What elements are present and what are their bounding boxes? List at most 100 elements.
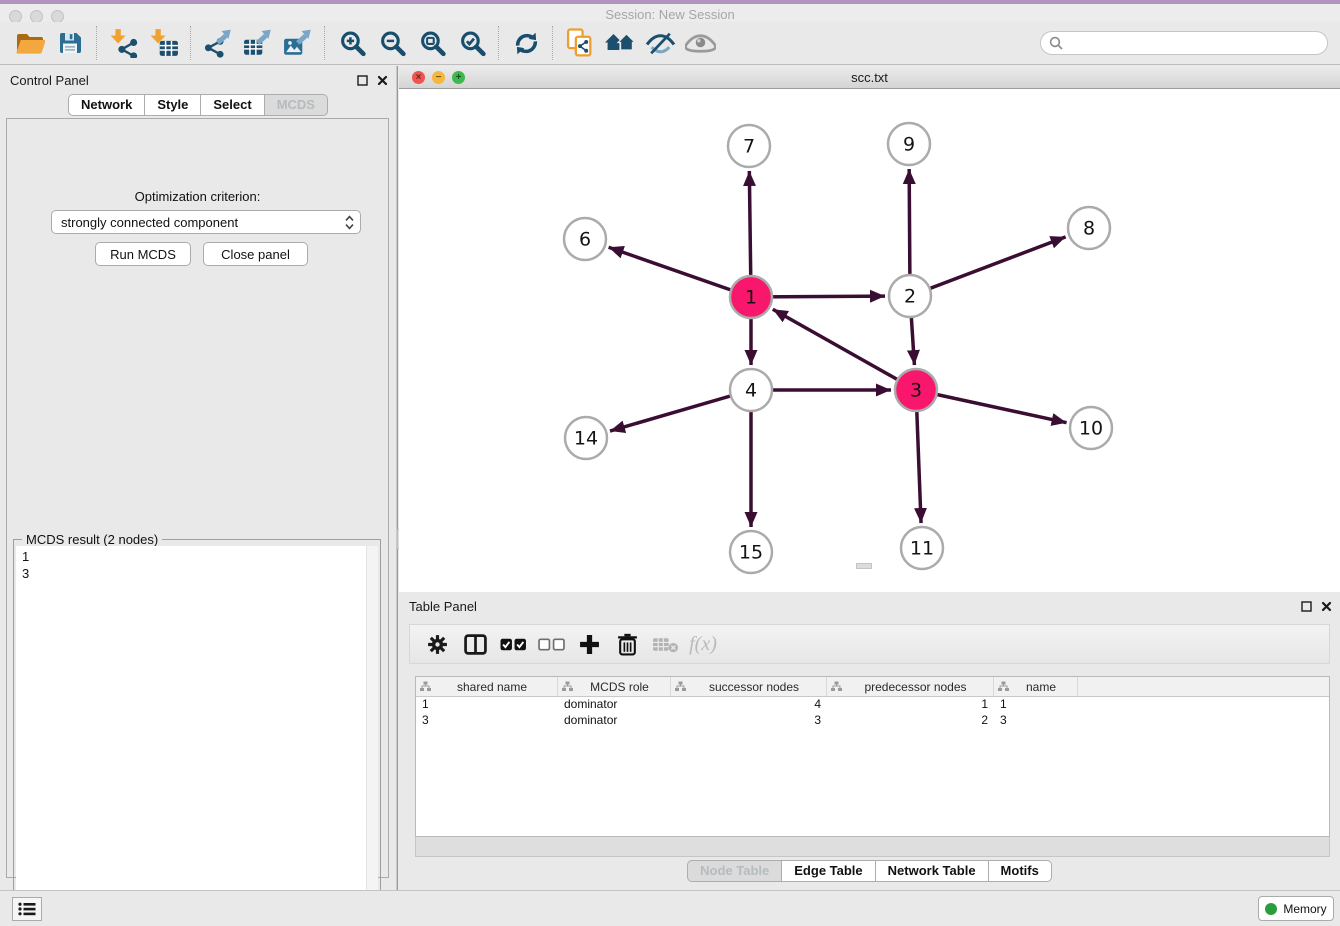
zoom-fit-icon <box>419 30 446 57</box>
node-7[interactable]: 7 <box>728 125 770 167</box>
delete-table-button[interactable] <box>646 627 684 661</box>
cell-shared-name: 3 <box>416 713 558 729</box>
first-neighbors-icon <box>604 32 636 55</box>
memory-button[interactable]: Memory <box>1258 896 1334 921</box>
edge-3-10[interactable] <box>916 390 1067 423</box>
float-panel-icon[interactable] <box>357 73 368 91</box>
column-sort-icon <box>831 681 842 692</box>
tab-mcds[interactable]: MCDS <box>265 94 328 116</box>
zoom-fit-button[interactable] <box>412 25 452 61</box>
hide-selected-button[interactable] <box>640 25 680 61</box>
criterion-dropdown[interactable]: strongly connected component <box>51 210 361 234</box>
node-10[interactable]: 10 <box>1070 407 1112 449</box>
optimization-criterion-label: Optimization criterion: <box>7 189 388 204</box>
memory-status-icon <box>1265 903 1277 915</box>
table-options-icon <box>426 633 449 656</box>
canvas-drag-handle[interactable] <box>856 563 872 569</box>
network-window-titlebar[interactable]: × − + scc.txt <box>399 66 1340 89</box>
tab-node-table[interactable]: Node Table <box>687 860 782 882</box>
show-all-button[interactable] <box>680 25 720 61</box>
window-title: Session: New Session <box>0 7 1340 22</box>
column-header-mcds-role[interactable]: MCDS role <box>558 677 671 696</box>
svg-text:8: 8 <box>1083 218 1095 240</box>
edge-3-1[interactable] <box>773 309 916 390</box>
show-columns-button[interactable] <box>456 627 494 661</box>
tab-network-table[interactable]: Network Table <box>876 860 989 882</box>
node-14[interactable]: 14 <box>565 417 607 459</box>
column-label: predecessor nodes <box>864 680 966 694</box>
status-bar: Memory <box>0 890 1340 926</box>
network-canvas[interactable]: 7 9 6 8 1 2 4 3 14 10 15 11 <box>399 89 1340 592</box>
task-history-button[interactable] <box>12 897 42 921</box>
svg-text:2: 2 <box>904 286 916 308</box>
float-table-panel-icon[interactable] <box>1301 599 1312 617</box>
zoom-selected-button[interactable] <box>452 25 492 61</box>
tab-edge-table[interactable]: Edge Table <box>782 860 875 882</box>
svg-text:9: 9 <box>903 134 915 156</box>
tab-network[interactable]: Network <box>68 94 145 116</box>
function-builder-button[interactable]: f(x) <box>684 627 722 661</box>
tab-style[interactable]: Style <box>145 94 201 116</box>
table-row[interactable]: 3dominator323 <box>416 713 1329 729</box>
node-2[interactable]: 2 <box>889 275 931 317</box>
node-9[interactable]: 9 <box>888 123 930 165</box>
toolbar-separator <box>96 26 98 60</box>
run-mcds-button[interactable]: Run MCDS <box>95 242 191 266</box>
cell-shared-name: 1 <box>416 697 558 713</box>
column-header-shared-name[interactable]: shared name <box>416 677 558 696</box>
search-icon <box>1049 36 1063 50</box>
zoom-out-button[interactable] <box>372 25 412 61</box>
refresh-layout-button[interactable] <box>506 25 546 61</box>
result-scrollbar[interactable] <box>366 546 378 916</box>
create-column-icon <box>579 634 600 655</box>
save-session-button[interactable] <box>50 25 90 61</box>
column-header-name[interactable]: name <box>994 677 1078 696</box>
export-table-button[interactable] <box>238 25 278 61</box>
column-header-successor-nodes[interactable]: successor nodes <box>671 677 827 696</box>
column-label: name <box>1026 680 1056 694</box>
node-4[interactable]: 4 <box>730 369 772 411</box>
select-all-button[interactable] <box>494 627 532 661</box>
node-8[interactable]: 8 <box>1068 207 1110 249</box>
mcds-result-box: MCDS result (2 nodes) 13 <box>13 539 381 919</box>
create-column-button[interactable] <box>570 627 608 661</box>
toolbar-separator <box>498 26 500 60</box>
clone-network-button[interactable] <box>560 25 600 61</box>
svg-text:1: 1 <box>745 287 757 309</box>
close-panel-button[interactable]: Close panel <box>203 242 308 266</box>
import-network-button[interactable] <box>104 25 144 61</box>
node-3[interactable]: 3 <box>895 369 937 411</box>
clone-network-icon <box>566 28 595 59</box>
table-options-button[interactable] <box>418 627 456 661</box>
import-table-button[interactable] <box>144 25 184 61</box>
node-15[interactable]: 15 <box>730 531 772 573</box>
zoom-in-button[interactable] <box>332 25 372 61</box>
export-network-button[interactable] <box>198 25 238 61</box>
node-11[interactable]: 11 <box>901 527 943 569</box>
edge-2-8[interactable] <box>910 237 1066 296</box>
close-panel-icon[interactable] <box>377 73 388 91</box>
column-header-predecessor-nodes[interactable]: predecessor nodes <box>827 677 994 696</box>
table-panel-header: Table Panel <box>399 592 1340 620</box>
node-1[interactable]: 1 <box>730 276 772 318</box>
mcds-result-text[interactable]: 13 <box>16 546 378 916</box>
deselect-all-button[interactable] <box>532 627 570 661</box>
table-row[interactable]: 1dominator411 <box>416 697 1329 713</box>
table-horizontal-scrollbar[interactable] <box>415 837 1330 857</box>
export-image-button[interactable] <box>278 25 318 61</box>
function-builder-icon: f(x) <box>689 633 717 656</box>
open-file-button[interactable] <box>10 25 50 61</box>
cell-predecessor-nodes: 2 <box>827 713 994 729</box>
control-panel-title: Control Panel <box>10 73 89 88</box>
edge-1-6[interactable] <box>609 247 751 297</box>
close-table-panel-icon[interactable] <box>1321 599 1332 617</box>
search-input[interactable] <box>1069 35 1319 51</box>
tab-select[interactable]: Select <box>201 94 264 116</box>
tab-motifs[interactable]: Motifs <box>989 860 1052 882</box>
search-box[interactable] <box>1040 31 1328 55</box>
criterion-value: strongly connected component <box>61 215 238 230</box>
first-neighbors-button[interactable] <box>600 25 640 61</box>
select-all-icon <box>500 637 527 652</box>
delete-columns-button[interactable] <box>608 627 646 661</box>
node-6[interactable]: 6 <box>564 218 606 260</box>
